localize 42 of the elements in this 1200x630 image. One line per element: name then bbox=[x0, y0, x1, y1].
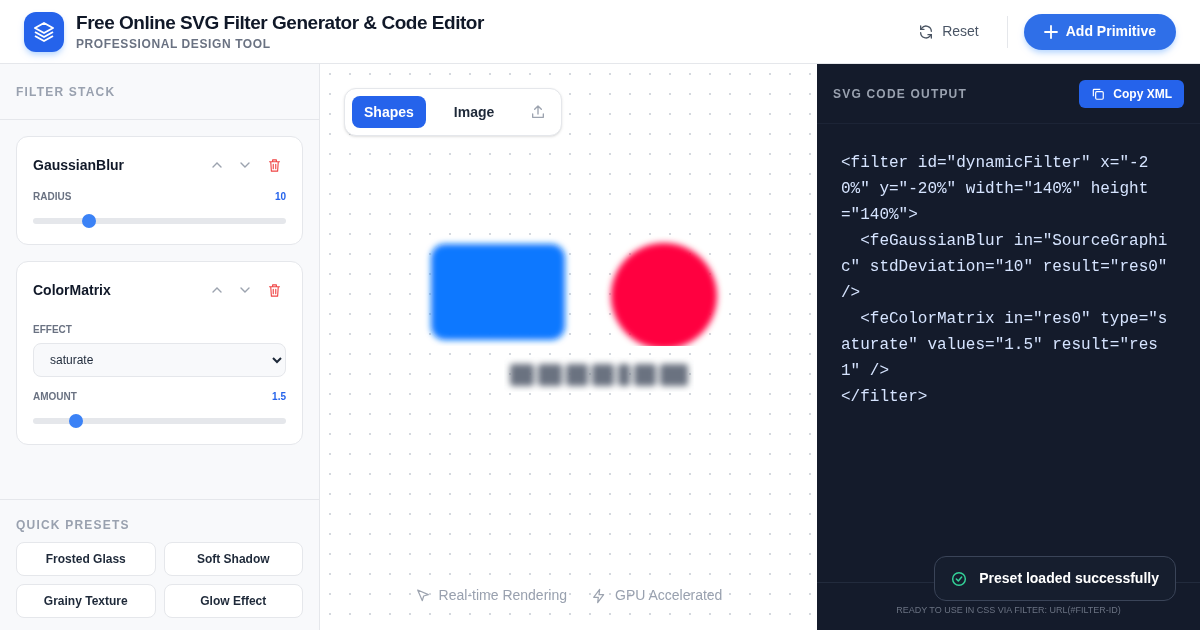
value-reading: 1.5 bbox=[272, 390, 286, 404]
value-reading: 10 bbox=[274, 190, 286, 204]
code-line: <filter id="dynamicFilter" x="-20%" y="-20%" width="140%" height="140%"> bbox=[841, 153, 1150, 226]
feature-label: GPU Accelerated bbox=[615, 586, 723, 605]
trash-icon[interactable] bbox=[267, 282, 282, 298]
preset-button[interactable]: Grainy Texture bbox=[16, 584, 156, 618]
app-title: Free Online SVG Filter Generator & Code Editor bbox=[76, 10, 484, 35]
reset-button[interactable]: Reset bbox=[906, 13, 991, 50]
cursor-icon bbox=[414, 587, 431, 604]
check-circle-icon bbox=[951, 570, 968, 587]
logo-icon bbox=[24, 11, 64, 52]
effect-select[interactable]: saturate bbox=[33, 343, 286, 377]
code-line: </filter> bbox=[841, 387, 929, 408]
preset-button[interactable]: Glow Effect bbox=[163, 584, 303, 618]
app-subtitle: PROFESSIONAL DESIGN TOOL bbox=[76, 35, 272, 53]
plus-icon bbox=[1043, 24, 1058, 39]
add-primitive-button[interactable]: Add Primitive bbox=[1023, 13, 1176, 50]
trash-icon[interactable] bbox=[267, 157, 282, 173]
slider-thumb[interactable] bbox=[69, 414, 83, 428]
section-heading: QUICK PRESETS bbox=[16, 517, 131, 534]
primitive-name: ColorMatrix bbox=[33, 280, 111, 300]
upload-icon bbox=[530, 104, 547, 120]
control-label: RADIUS bbox=[33, 190, 72, 204]
preset-button[interactable]: Soft Shadow bbox=[163, 542, 303, 576]
footer-note: READY TO USE IN CSS VIA FILTER: URL(#FILTER-ID) bbox=[896, 604, 1121, 617]
preview-tab[interactable]: Image bbox=[433, 96, 515, 128]
preset-button[interactable]: Frosted Glass bbox=[16, 542, 156, 576]
preview-tab[interactable]: Shapes bbox=[352, 96, 426, 128]
primitive-name: GaussianBlur bbox=[33, 155, 125, 175]
toast-message: Preset loaded successfully bbox=[979, 569, 1159, 588]
copy-xml-button[interactable]: Copy XML bbox=[1079, 79, 1184, 108]
feature-label: Real-time Rendering bbox=[438, 586, 567, 605]
copy-icon bbox=[1091, 86, 1106, 101]
code-line: <feGaussianBlur in="SourceGraphic" stdDeviation="10" result="res0" /> bbox=[841, 231, 1168, 304]
control-label: AMOUNT bbox=[33, 390, 77, 404]
section-heading: SVG CODE OUTPUT bbox=[833, 85, 967, 103]
lightning-icon bbox=[591, 587, 607, 604]
slider-thumb[interactable] bbox=[81, 214, 96, 228]
code-line: <feColorMatrix in="res0" type="saturate" values="1.5" result="res1" /> bbox=[841, 309, 1168, 382]
refresh-icon bbox=[918, 23, 935, 40]
control-label: EFFECT bbox=[33, 323, 73, 337]
section-heading: FILTER STACK bbox=[16, 83, 116, 101]
